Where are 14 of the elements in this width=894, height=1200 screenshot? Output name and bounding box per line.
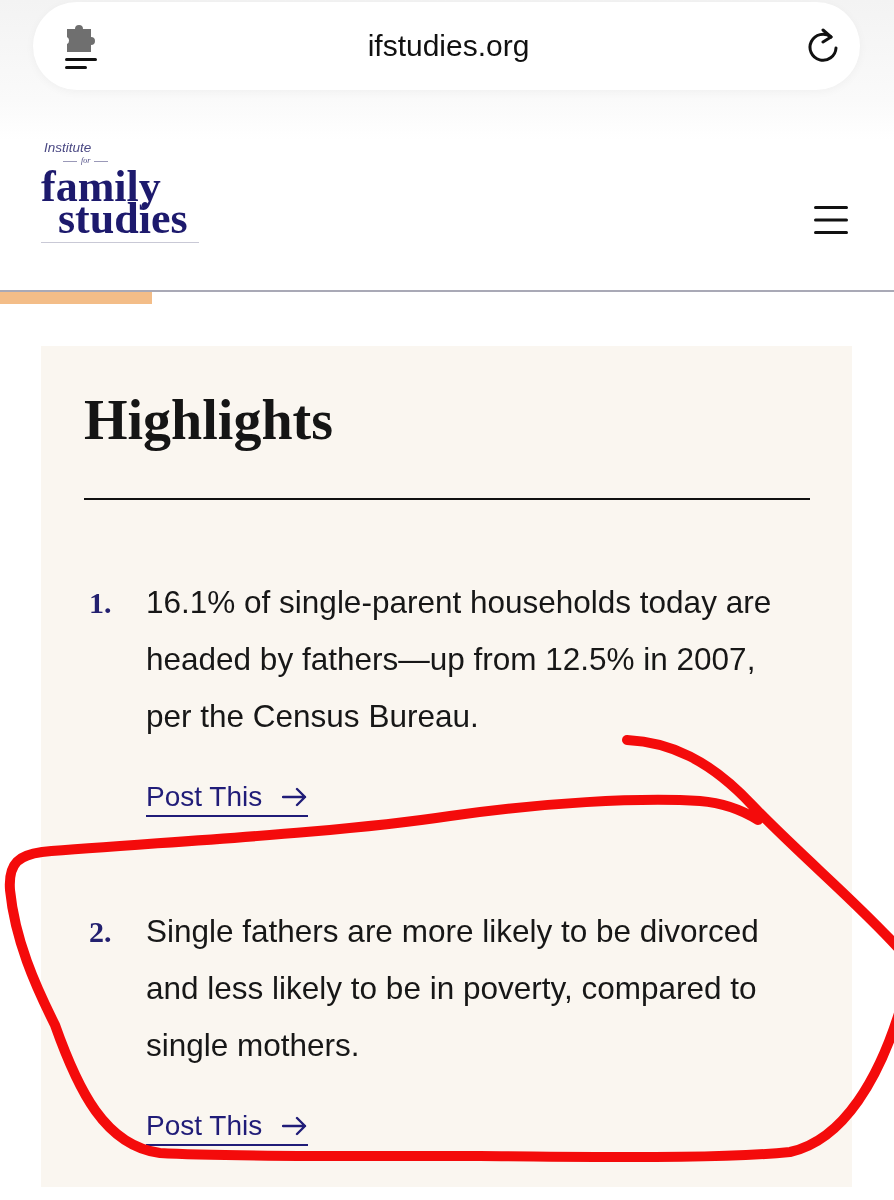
reload-icon[interactable] (806, 28, 840, 64)
highlight-text: Single fathers are more likely to be divorced and less likely to be in poverty, compared to single mothers. (146, 912, 760, 1065)
list-number: 1. (88, 585, 113, 621)
post-this-link[interactable]: Post This (146, 1110, 309, 1146)
section-title: Highlights (84, 388, 334, 452)
menu-icon[interactable] (814, 205, 848, 235)
address-bar[interactable]: ifstudies.org (33, 2, 860, 90)
url-text[interactable]: ifstudies.org (101, 29, 796, 63)
arrow-right-icon (282, 787, 309, 807)
arrow-right-icon (282, 1116, 309, 1136)
logo-text: Institute (44, 140, 92, 156)
highlight-text: 16.1% of single-parent households today are headed by fathers—up from 12.5% in 2007, per the Census Bureau. (146, 583, 773, 736)
list-number: 2. (88, 914, 113, 950)
post-this-link[interactable]: Post This (146, 781, 309, 817)
